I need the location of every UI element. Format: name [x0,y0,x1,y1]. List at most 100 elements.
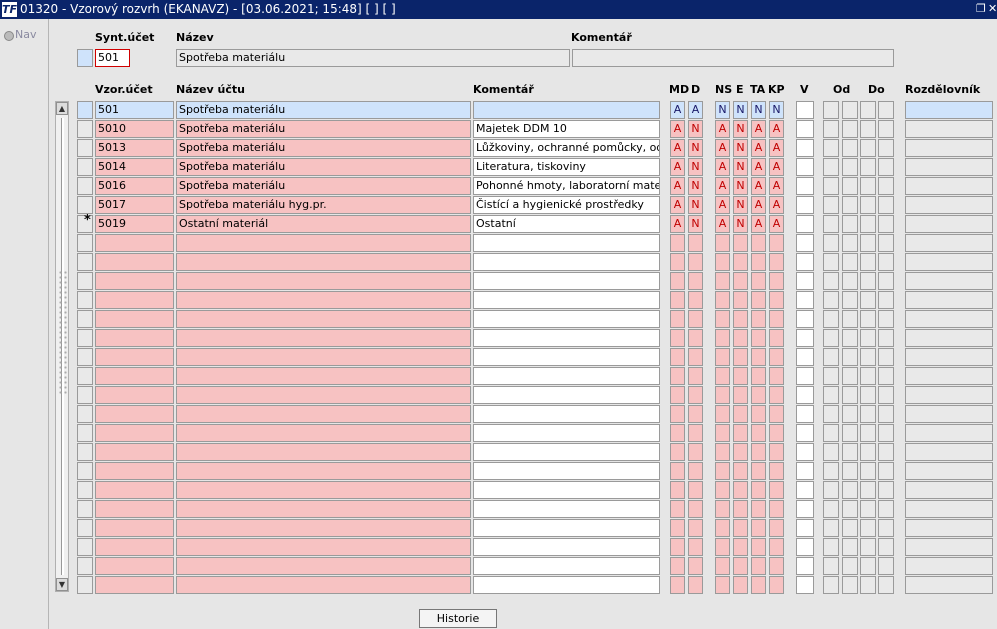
do-field-a[interactable] [860,481,876,499]
ta-cell[interactable] [751,310,766,328]
d-cell[interactable] [688,272,703,290]
ta-cell[interactable] [751,253,766,271]
nav-label[interactable]: Nav [15,28,36,41]
d-cell[interactable] [688,291,703,309]
ns-cell[interactable]: A [715,177,730,195]
rozdelovnik-cell[interactable] [905,215,993,233]
nazev-cell[interactable]: Spotřeba materiálu [176,177,471,195]
rozdelovnik-cell[interactable] [905,101,993,119]
e-cell[interactable] [733,272,748,290]
rozdelovnik-cell[interactable] [905,253,993,271]
v-checkbox[interactable] [796,158,814,176]
od-field-b[interactable] [842,538,858,556]
komentar-cell[interactable]: Lůžkoviny, ochranné pomůcky, oděvy [473,139,660,157]
od-field-b[interactable] [842,405,858,423]
kp-cell[interactable] [769,443,784,461]
nazev-cell[interactable] [176,386,471,404]
row-indicator[interactable] [77,139,93,157]
ta-cell[interactable] [751,367,766,385]
e-cell[interactable] [733,234,748,252]
v-checkbox[interactable] [796,481,814,499]
e-cell[interactable] [733,367,748,385]
od-field-b[interactable] [842,500,858,518]
ucet-cell[interactable]: 5010 [95,120,174,138]
row-indicator[interactable] [77,348,93,366]
komentar-cell[interactable] [473,557,660,575]
v-checkbox[interactable] [796,139,814,157]
md-cell[interactable]: A [670,158,685,176]
md-cell[interactable] [670,500,685,518]
od-field-a[interactable] [823,310,839,328]
e-cell[interactable] [733,405,748,423]
do-field-a[interactable] [860,234,876,252]
ta-cell[interactable]: A [751,196,766,214]
do-field-a[interactable] [860,557,876,575]
od-field-a[interactable] [823,424,839,442]
kp-cell[interactable] [769,462,784,480]
md-cell[interactable] [670,348,685,366]
do-field-a[interactable] [860,424,876,442]
v-checkbox[interactable] [796,557,814,575]
nazev-cell[interactable] [176,405,471,423]
od-field-a[interactable] [823,576,839,594]
d-cell[interactable] [688,367,703,385]
row-indicator[interactable] [77,576,93,594]
komentar-cell[interactable] [473,576,660,594]
ta-cell[interactable] [751,329,766,347]
komentar-cell[interactable]: Čistící a hygienické prostředky [473,196,660,214]
komentar-cell[interactable]: Majetek DDM 10 [473,120,660,138]
kp-cell[interactable] [769,405,784,423]
od-field-a[interactable] [823,386,839,404]
row-indicator[interactable] [77,500,93,518]
rozdelovnik-cell[interactable] [905,348,993,366]
row-indicator[interactable] [77,158,93,176]
do-field-a[interactable] [860,158,876,176]
do-field-b[interactable] [878,196,894,214]
od-field-b[interactable] [842,139,858,157]
nazev-cell[interactable] [176,500,471,518]
komentar-cell[interactable]: Literatura, tiskoviny [473,158,660,176]
row-indicator[interactable] [77,462,93,480]
komentar-cell[interactable] [473,443,660,461]
v-checkbox[interactable] [796,234,814,252]
do-field-b[interactable] [878,101,894,119]
od-field-b[interactable] [842,424,858,442]
rozdelovnik-cell[interactable] [905,310,993,328]
do-field-a[interactable] [860,120,876,138]
od-field-a[interactable] [823,196,839,214]
nazev-cell[interactable] [176,538,471,556]
d-cell[interactable]: N [688,196,703,214]
komentar-cell[interactable] [473,519,660,537]
header-record-indicator[interactable] [77,49,93,67]
ns-cell[interactable] [715,405,730,423]
do-field-b[interactable] [878,158,894,176]
ucet-cell[interactable] [95,557,174,575]
v-checkbox[interactable] [796,367,814,385]
od-field-b[interactable] [842,519,858,537]
od-field-b[interactable] [842,272,858,290]
nazev-field[interactable]: Spotřeba materiálu [176,49,570,67]
ucet-cell[interactable]: 5016 [95,177,174,195]
od-field-a[interactable] [823,500,839,518]
ucet-cell[interactable] [95,500,174,518]
ns-cell[interactable] [715,443,730,461]
do-field-b[interactable] [878,557,894,575]
v-checkbox[interactable] [796,348,814,366]
od-field-a[interactable] [823,101,839,119]
md-cell[interactable] [670,367,685,385]
row-indicator[interactable] [77,253,93,271]
ns-cell[interactable] [715,291,730,309]
row-indicator[interactable] [77,538,93,556]
md-cell[interactable] [670,386,685,404]
kp-cell[interactable]: N [769,101,784,119]
e-cell[interactable] [733,462,748,480]
ns-cell[interactable]: A [715,215,730,233]
ns-cell[interactable] [715,234,730,252]
komentar-field[interactable] [572,49,894,67]
nazev-cell[interactable] [176,253,471,271]
ta-cell[interactable]: A [751,215,766,233]
close-icon[interactable]: ✕ [988,2,997,16]
rozdelovnik-cell[interactable] [905,481,993,499]
do-field-b[interactable] [878,253,894,271]
row-indicator[interactable] [77,519,93,537]
